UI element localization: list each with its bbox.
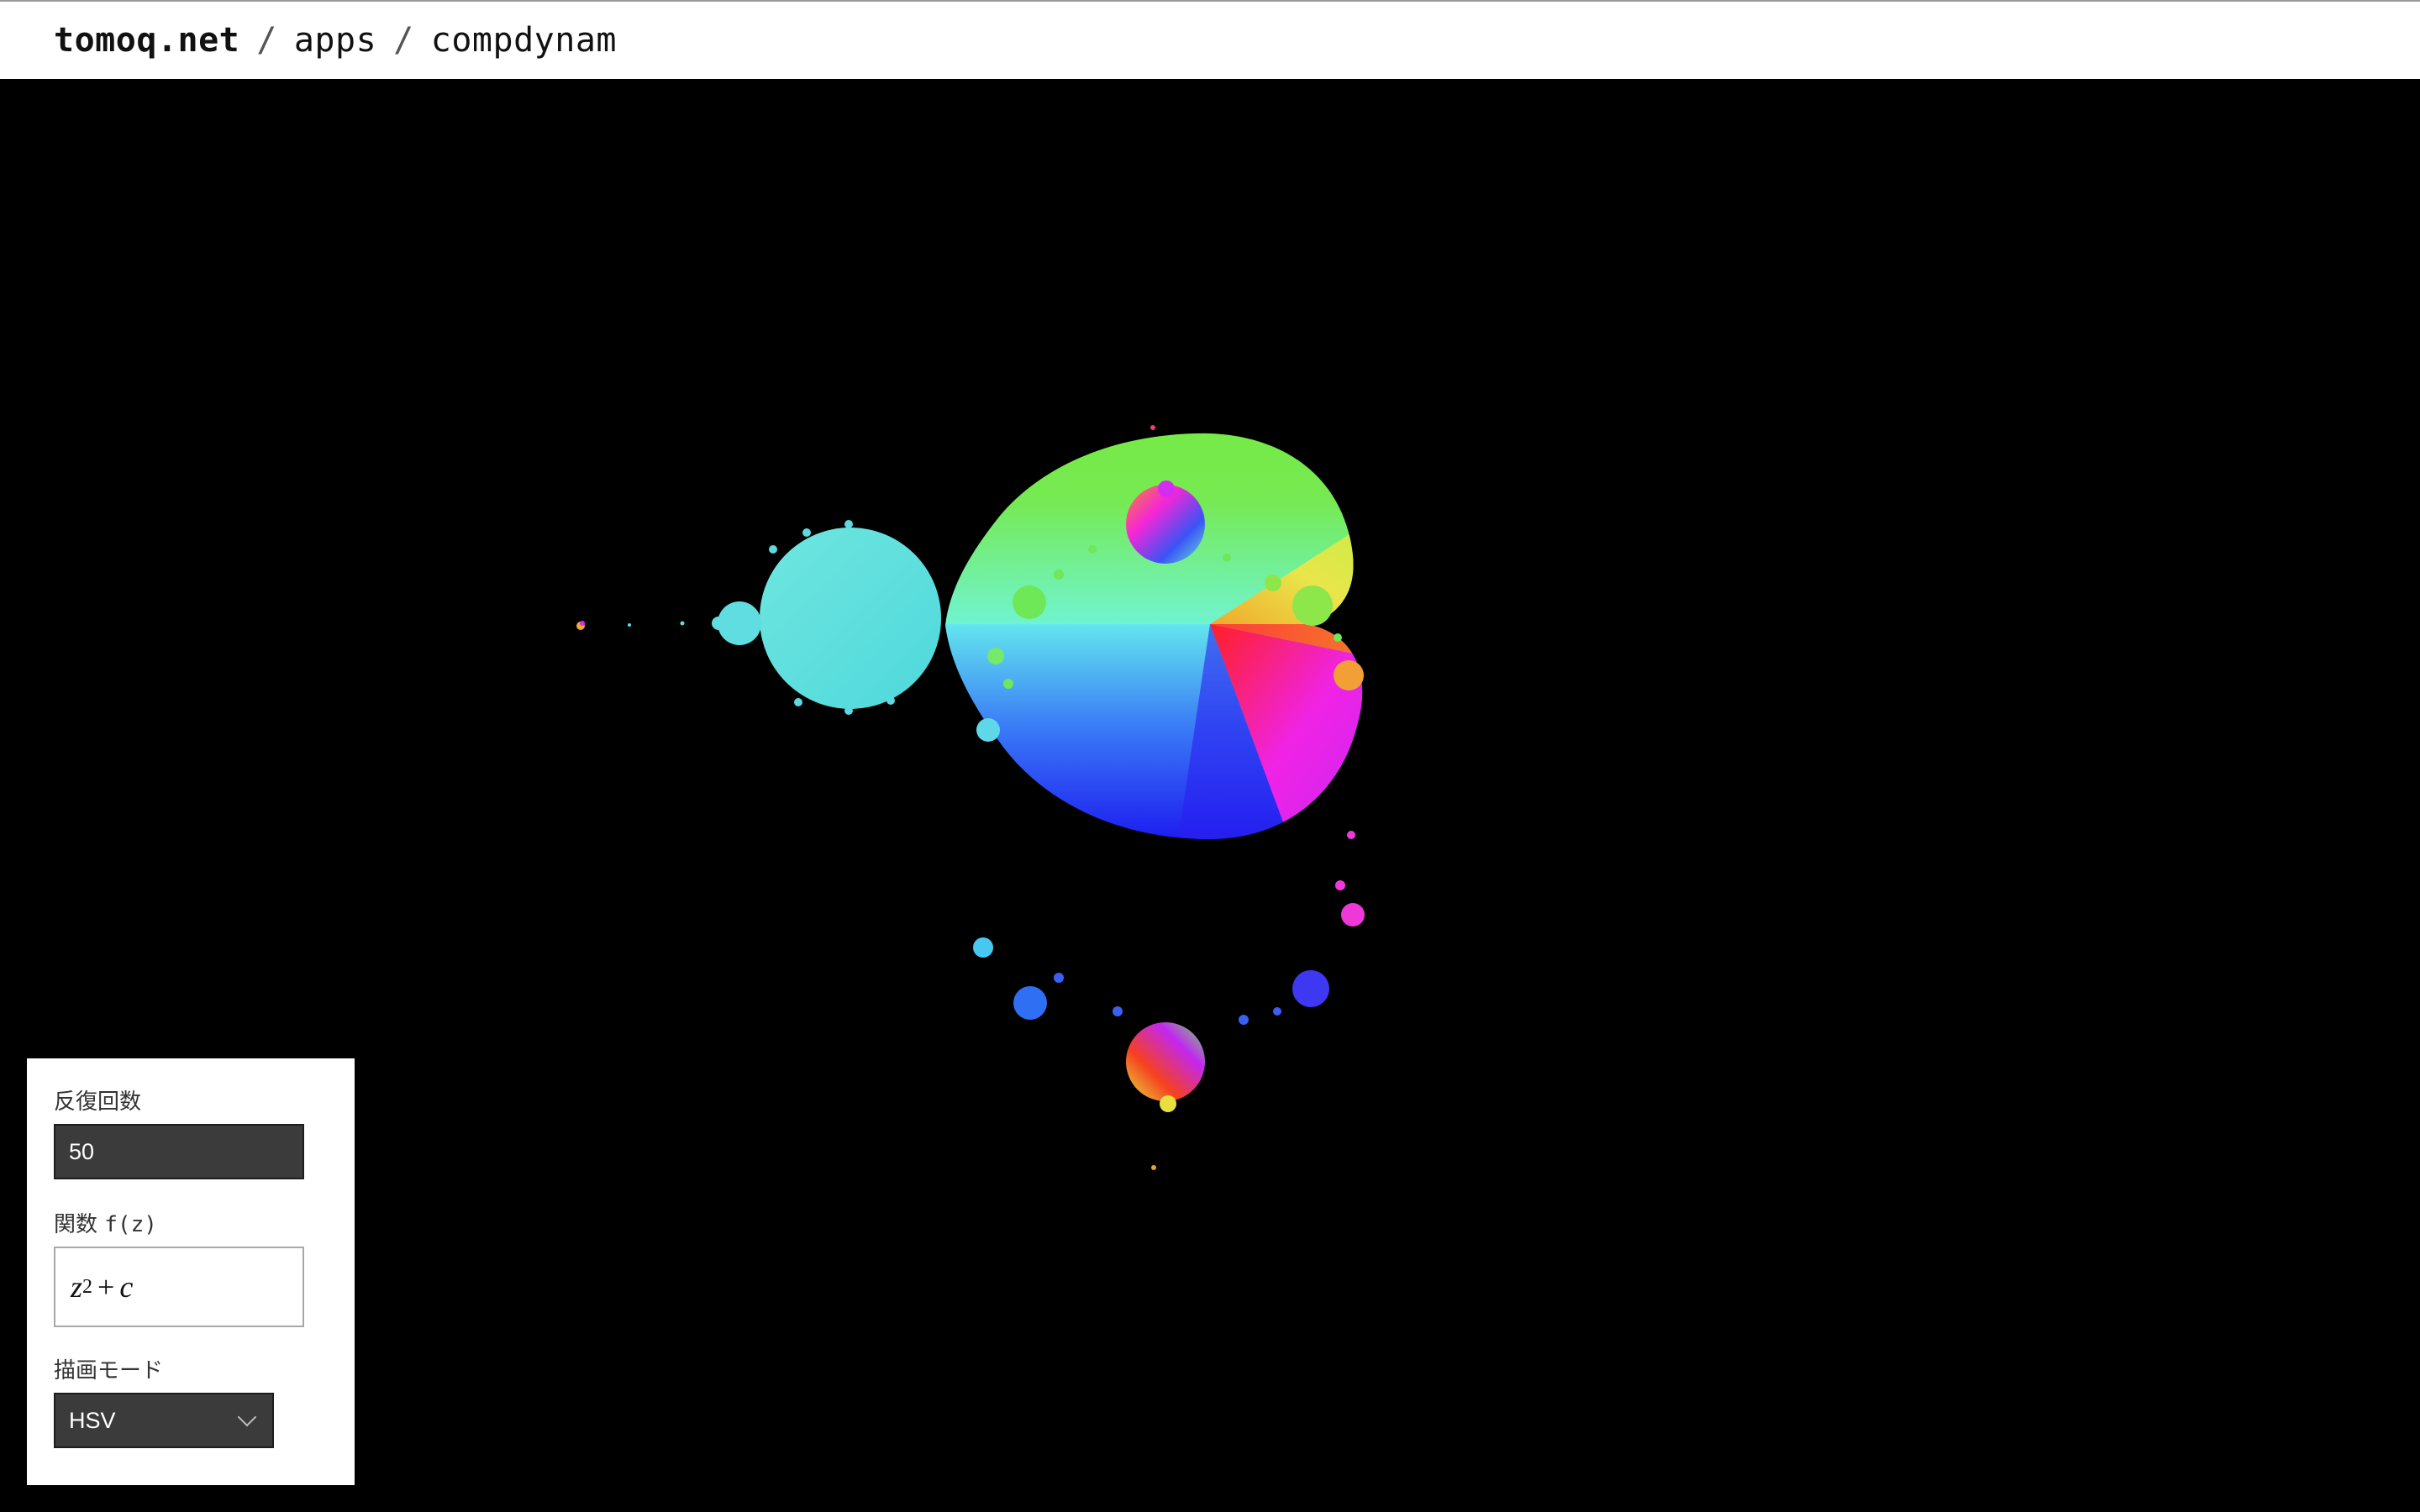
iterations-input[interactable]: [54, 1124, 304, 1179]
function-label-text: 関数: [54, 1212, 98, 1237]
fractal-canvas[interactable]: [0, 79, 2420, 1512]
function-input[interactable]: z 2 + c: [54, 1247, 304, 1327]
function-label: 関数 f(z): [54, 1211, 328, 1238]
breadcrumb: tomoq.net / apps / compdynam: [0, 0, 2420, 79]
mode-select-value: HSV: [69, 1407, 116, 1433]
mode-label: 描画モード: [54, 1358, 164, 1383]
function-base: z: [71, 1270, 83, 1304]
iterations-label: 反復回数: [54, 1089, 142, 1115]
function-exponent: 2: [82, 1275, 93, 1298]
breadcrumb-site-link[interactable]: tomoq.net: [54, 21, 239, 60]
function-label-symbol: f(z): [104, 1212, 157, 1237]
function-constant: c: [119, 1270, 134, 1304]
mandelbrot-render: [576, 425, 1365, 1170]
function-operator: +: [97, 1270, 115, 1304]
mode-select[interactable]: HSV: [54, 1393, 274, 1448]
breadcrumb-current-page: compdynam: [430, 21, 618, 60]
control-panel: 反復回数 関数 f(z) z2+c 描画モード HSV: [27, 1058, 355, 1485]
breadcrumb-apps-link[interactable]: apps: [294, 21, 376, 60]
breadcrumb-separator: /: [393, 21, 414, 60]
breadcrumb-separator: /: [256, 21, 277, 60]
chevron-down-icon: [237, 1407, 257, 1427]
